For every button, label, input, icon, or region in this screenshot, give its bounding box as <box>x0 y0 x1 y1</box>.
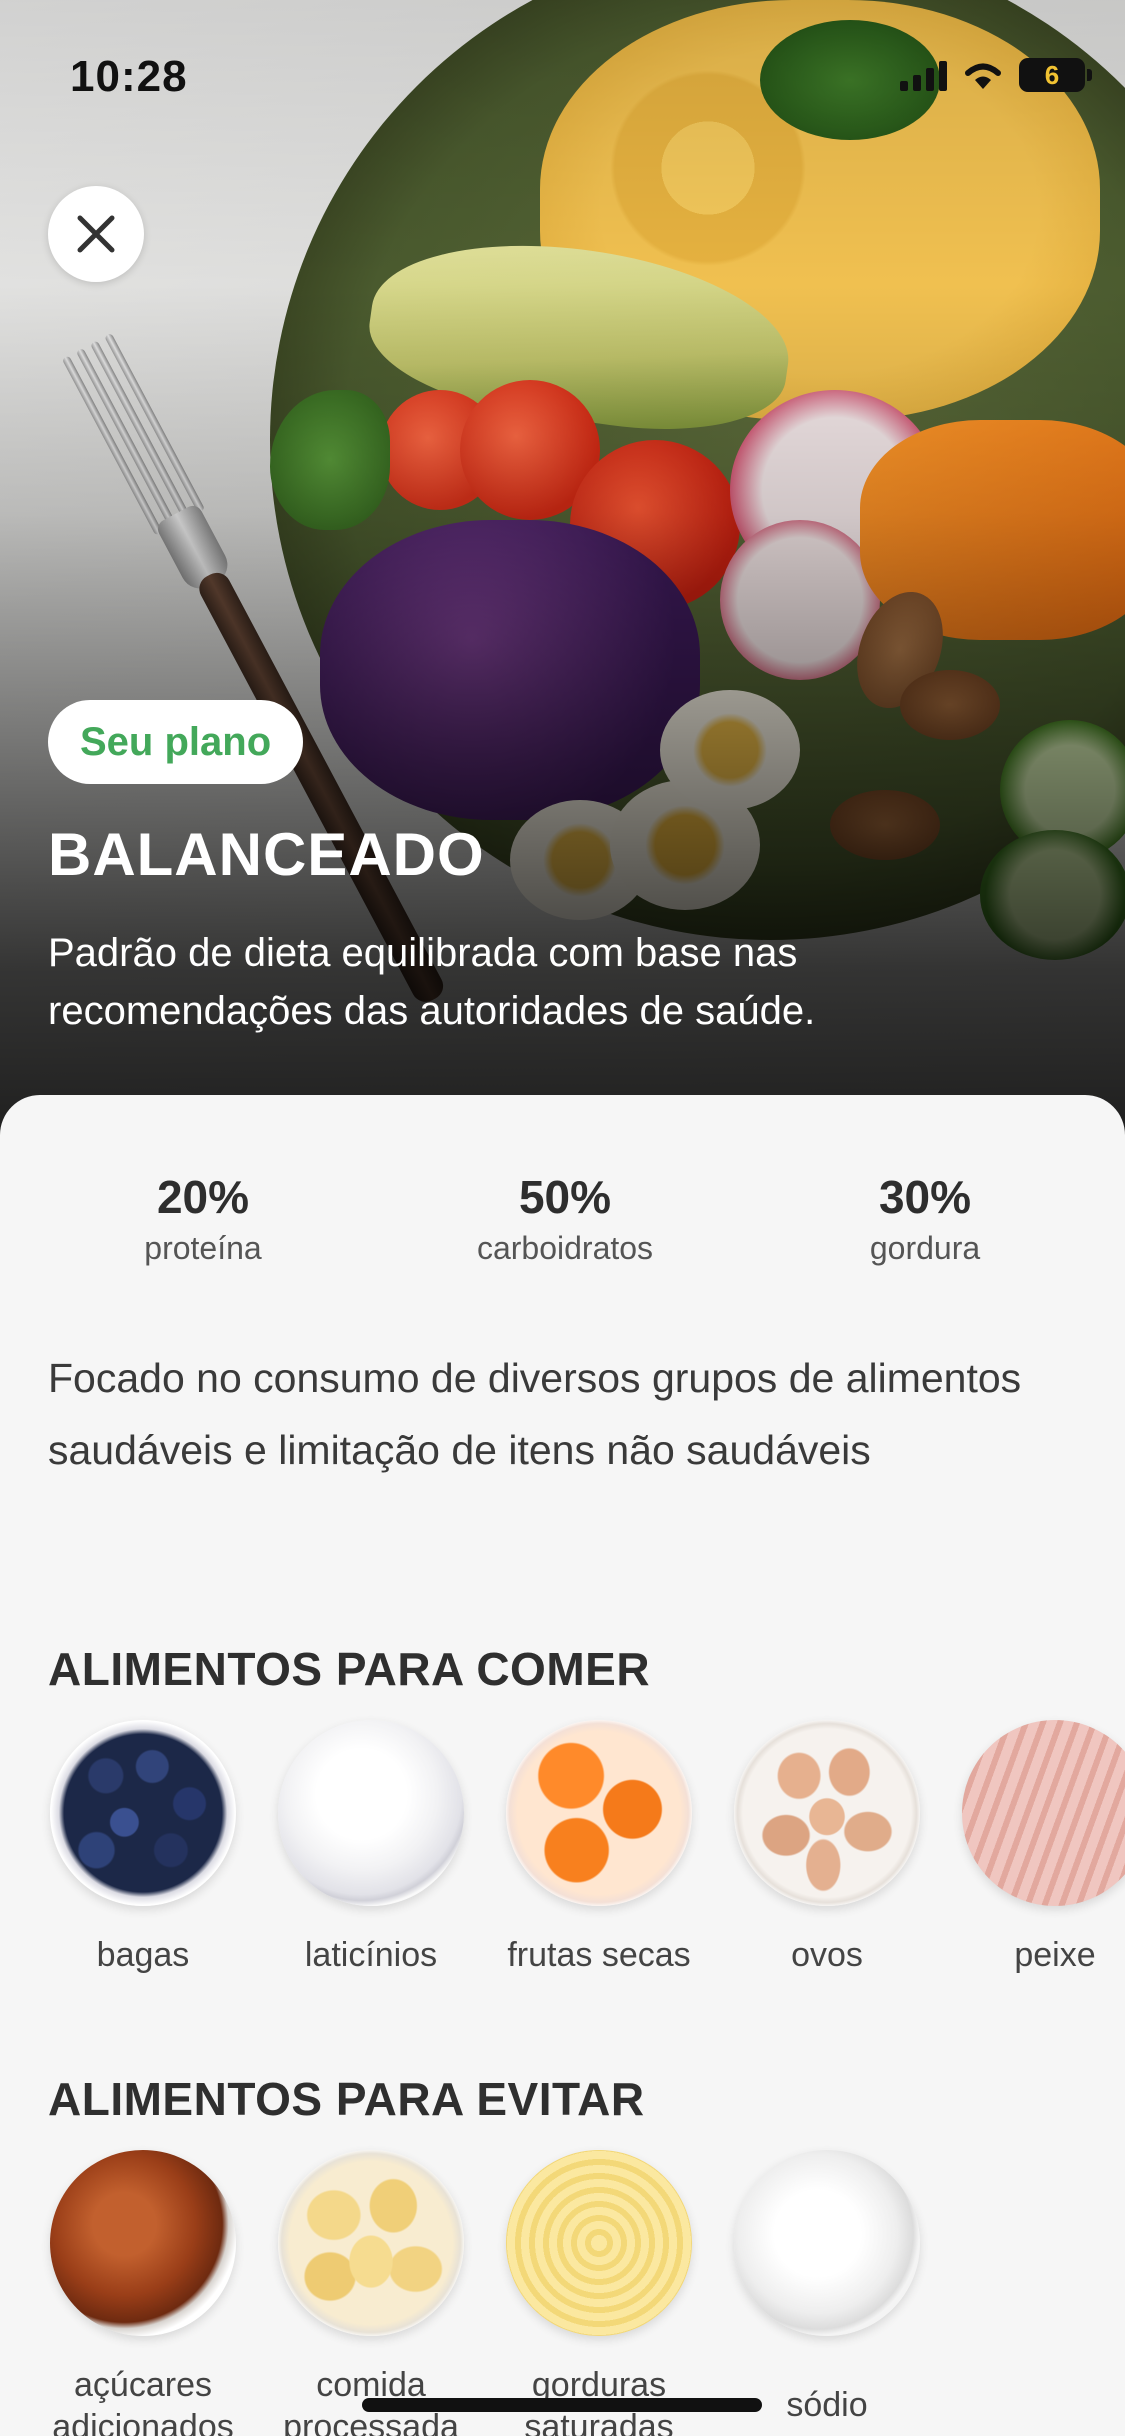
status-icons: 6 <box>900 58 1092 92</box>
caramel-sauce-icon <box>50 2150 236 2336</box>
home-indicator[interactable] <box>362 2398 762 2412</box>
plan-description: Padrão de dieta equilibrada com base nas… <box>48 931 816 1033</box>
food-item-frutas-secas[interactable]: frutas secas <box>499 1720 699 1976</box>
dried-apricots-icon <box>506 1720 692 1906</box>
yogurt-icon <box>278 1720 464 1906</box>
food-item-ovos[interactable]: ovos <box>727 1720 927 1976</box>
food-item-bagas[interactable]: bagas <box>43 1720 243 1976</box>
food-label: açúcares adicionados <box>52 2366 234 2436</box>
eat-section-title: ALIMENTOS PARA COMER <box>48 1643 651 1695</box>
battery-level: 6 <box>1044 59 1060 90</box>
food-item-laticinios[interactable]: laticínios <box>271 1720 471 1976</box>
close-button[interactable] <box>48 186 144 282</box>
macro-label: proteína <box>144 1230 262 1266</box>
macro-value: 50% <box>518 1171 612 1223</box>
macro-value: 20% <box>156 1171 250 1223</box>
food-item-comida-processada[interactable]: comida processada <box>271 2150 471 2436</box>
blueberries-icon <box>50 1720 236 1906</box>
food-item-acucares[interactable]: açúcares adicionados <box>43 2150 243 2436</box>
avoid-section-title: ALIMENTOS PARA EVITAR <box>48 2073 645 2125</box>
salt-icon <box>734 2150 920 2336</box>
macro-label: carboidratos <box>476 1230 654 1266</box>
close-icon <box>77 215 115 253</box>
macro-carbs: 50% carboidratos <box>477 1170 653 1267</box>
cellular-signal-icon <box>900 59 947 91</box>
food-label: laticínios <box>304 1936 438 1974</box>
macro-value: 30% <box>878 1171 972 1223</box>
macro-fat: 30% gordura <box>870 1170 980 1267</box>
food-label: peixe <box>1014 1936 1096 1974</box>
focus-description: Focado no consumo de diversos grupos de … <box>48 1355 1022 1473</box>
food-item-peixe[interactable]: peixe <box>955 1720 1125 1976</box>
food-label: bagas <box>96 1936 190 1974</box>
eggs-icon <box>734 1720 920 1906</box>
food-label: frutas secas <box>507 1936 691 1974</box>
food-item-sodio[interactable]: sódio <box>727 2150 927 2426</box>
plan-title: BALANCEADO <box>48 821 485 888</box>
status-time: 10:28 <box>70 52 188 101</box>
battery-icon: 6 <box>1019 58 1092 92</box>
butter-icon <box>506 2150 692 2336</box>
potato-chips-icon <box>278 2150 464 2336</box>
food-label: ovos <box>791 1936 863 1974</box>
wifi-icon <box>965 63 1001 89</box>
food-item-gorduras-saturadas[interactable]: gorduras saturadas <box>499 2150 699 2436</box>
macro-protein: 20% proteína <box>144 1170 261 1267</box>
macro-label: gordura <box>869 1230 981 1266</box>
plan-badge: Seu plano <box>48 700 304 784</box>
fish-icon <box>962 1720 1125 1906</box>
